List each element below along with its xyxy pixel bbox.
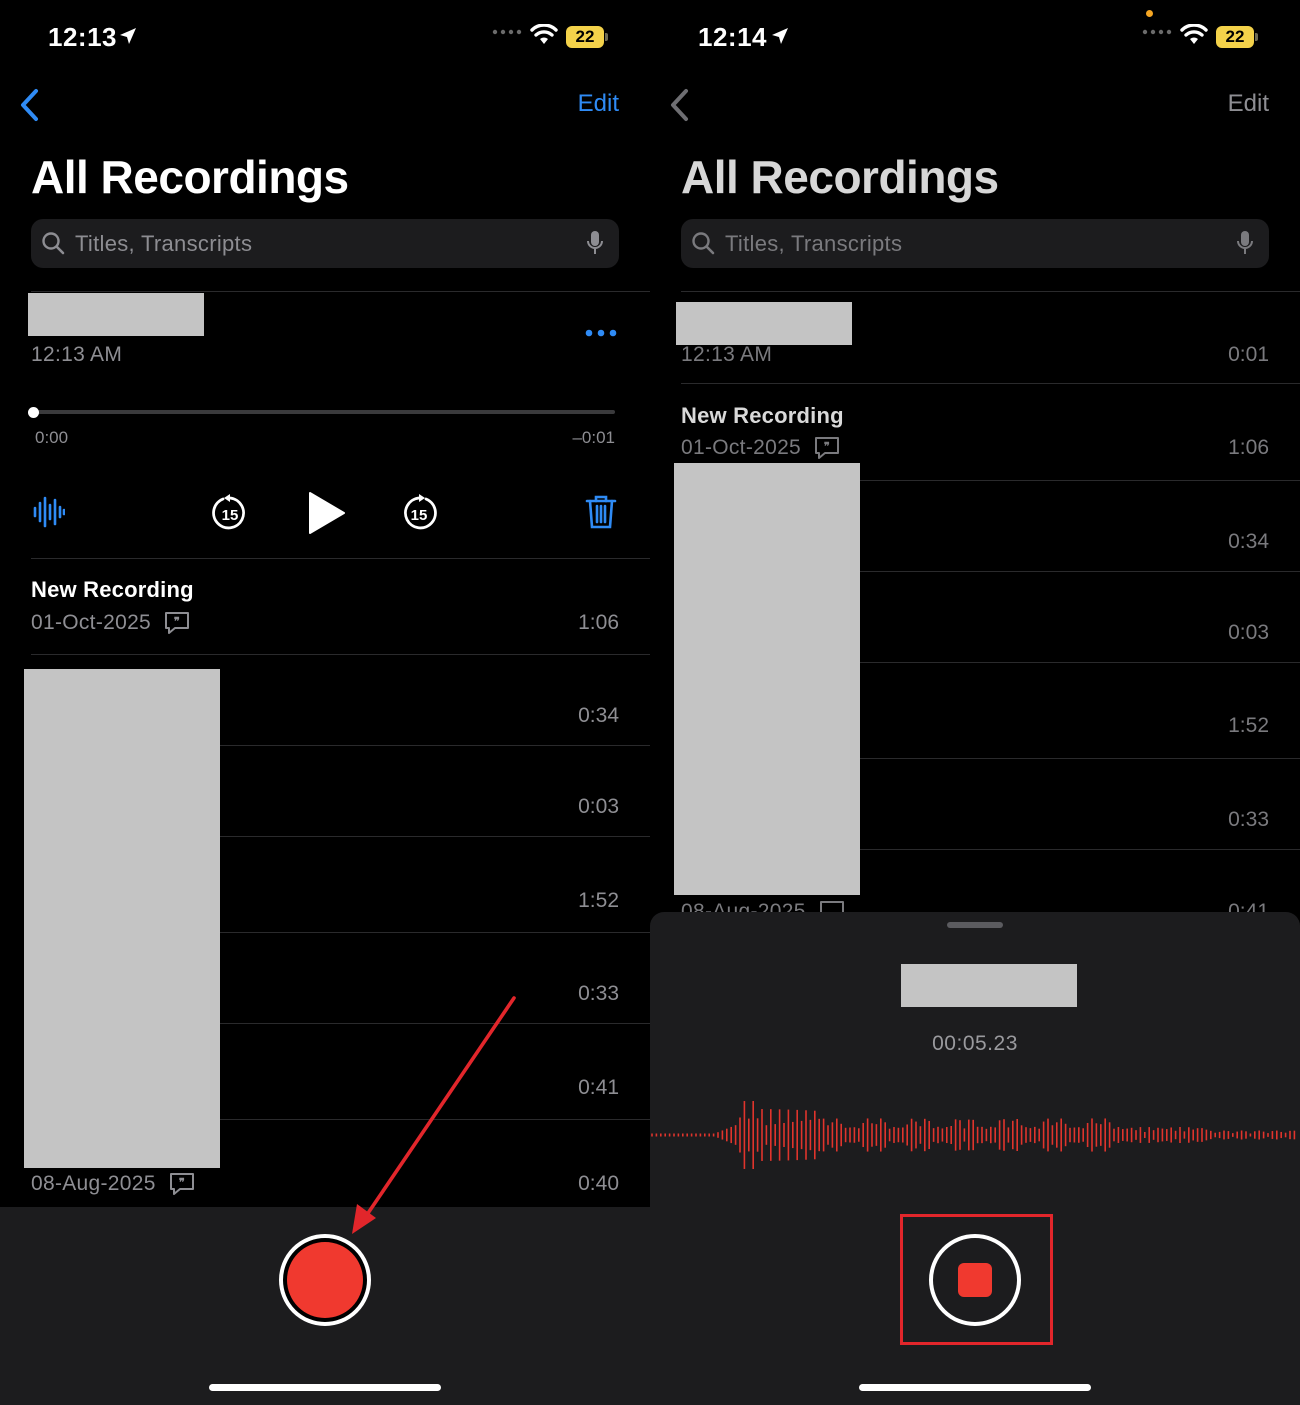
right-screen: 12:14 22 Edit All Recordings Titles, Tra… bbox=[650, 0, 1300, 1405]
sheet-grabber[interactable] bbox=[947, 922, 1003, 928]
home-indicator bbox=[209, 1384, 441, 1391]
recording-duration: 1:52 bbox=[1228, 714, 1269, 737]
stop-icon bbox=[958, 1263, 992, 1297]
remaining-time: –0:01 bbox=[572, 428, 615, 447]
recording-duration: 0:33 bbox=[1228, 808, 1269, 831]
recording-duration: 0:34 bbox=[1228, 530, 1269, 553]
recording-duration: 1:06 bbox=[578, 611, 619, 634]
recording-duration: 0:33 bbox=[578, 982, 619, 1005]
trash-icon[interactable] bbox=[585, 494, 617, 530]
location-arrow-icon bbox=[120, 28, 136, 44]
search-field[interactable]: Titles, Transcripts bbox=[31, 219, 619, 268]
annotation-arrow bbox=[352, 996, 516, 1234]
wifi-icon bbox=[1180, 24, 1208, 44]
search-field[interactable]: Titles, Transcripts bbox=[681, 219, 1269, 268]
redacted-titles bbox=[674, 463, 860, 895]
status-time: 12:13 bbox=[48, 22, 117, 52]
home-indicator bbox=[859, 1384, 1091, 1391]
recording-duration: 0:40 bbox=[578, 1172, 619, 1195]
skip-back-label: 15 bbox=[222, 507, 239, 524]
divider bbox=[681, 291, 1300, 292]
battery-icon: 22 bbox=[566, 26, 604, 48]
edit-button[interactable]: Edit bbox=[578, 90, 619, 118]
scrubber-handle[interactable] bbox=[28, 407, 39, 418]
page-title: All Recordings bbox=[681, 151, 999, 203]
skip-forward-label: 15 bbox=[411, 507, 428, 524]
status-bar: 12:14 22 bbox=[650, 0, 1300, 72]
chevron-left-icon[interactable] bbox=[18, 88, 42, 122]
recording-date: 01-Oct-2025 ❞ bbox=[681, 436, 841, 460]
status-bar: 12:13 22 bbox=[0, 0, 650, 72]
waveform-icon[interactable] bbox=[33, 494, 65, 530]
more-icon[interactable] bbox=[585, 328, 617, 338]
live-waveform bbox=[651, 1101, 1296, 1169]
date-text: 01-Oct-2025 bbox=[31, 611, 152, 634]
redacted-title bbox=[28, 293, 204, 336]
status-time: 12:14 bbox=[698, 22, 767, 52]
play-icon[interactable] bbox=[306, 490, 348, 536]
magnifier-icon bbox=[692, 232, 715, 255]
redacted-titles bbox=[24, 669, 220, 1168]
search-placeholder: Titles, Transcripts bbox=[75, 231, 253, 256]
left-screen: 12:13 22 Edit All Recordings Titles, Tra… bbox=[0, 0, 650, 1405]
magnifier-icon bbox=[42, 232, 65, 255]
recording-elapsed: 00:05.23 bbox=[932, 1032, 1018, 1055]
redacted-recording-name bbox=[901, 964, 1077, 1007]
stop-button[interactable] bbox=[929, 1234, 1021, 1326]
transcript-icon: ❞ bbox=[165, 612, 190, 635]
date-text: 01-Oct-2025 bbox=[681, 436, 802, 459]
page-title: All Recordings bbox=[31, 151, 349, 203]
edit-button[interactable]: Edit bbox=[1228, 90, 1269, 118]
recording-duration: 0:41 bbox=[578, 1076, 619, 1099]
search-placeholder: Titles, Transcripts bbox=[725, 231, 903, 256]
recording-date: 08-Aug-2025 ❞ bbox=[31, 1172, 196, 1196]
elapsed-time: 0:00 bbox=[35, 428, 69, 447]
playback-scrubber[interactable] bbox=[34, 410, 615, 414]
divider bbox=[31, 654, 650, 655]
recording-duration: 1:52 bbox=[578, 889, 619, 912]
recording-duration: 1:06 bbox=[1228, 436, 1269, 459]
skip-back-15-icon: 15 bbox=[212, 494, 245, 530]
recording-sheet: 00:05.23 bbox=[650, 912, 1300, 1405]
recording-duration: 0:03 bbox=[578, 795, 619, 818]
microphone-icon[interactable] bbox=[1237, 230, 1253, 256]
skip-back-button[interactable]: 15 bbox=[210, 493, 250, 533]
recording-date: 12:13 AM bbox=[681, 343, 773, 366]
transcript-icon: ❞ bbox=[169, 1173, 194, 1196]
chevron-left-icon[interactable] bbox=[668, 88, 692, 122]
recording-duration: 0:03 bbox=[1228, 621, 1269, 644]
battery-tip bbox=[1255, 33, 1258, 41]
recording-time: 12:13 AM bbox=[31, 343, 123, 366]
recording-date: 01-Oct-2025 ❞ bbox=[31, 611, 191, 635]
divider bbox=[681, 383, 1300, 384]
recording-indicator bbox=[1146, 10, 1153, 17]
recording-duration: 0:34 bbox=[578, 704, 619, 727]
recording-title: New Recording bbox=[31, 577, 194, 602]
skip-forward-15-icon: 15 bbox=[404, 494, 437, 530]
redacted-title bbox=[676, 302, 852, 345]
battery-tip bbox=[605, 33, 608, 41]
record-button[interactable] bbox=[279, 1234, 371, 1326]
wifi-icon bbox=[530, 24, 558, 44]
record-icon bbox=[287, 1242, 363, 1318]
date-text: 08-Aug-2025 bbox=[31, 1172, 156, 1195]
skip-forward-button[interactable]: 15 bbox=[399, 493, 439, 533]
divider bbox=[31, 558, 650, 559]
svg-text:❞: ❞ bbox=[174, 616, 180, 628]
recording-title: New Recording bbox=[681, 403, 844, 428]
svg-text:❞: ❞ bbox=[824, 441, 830, 453]
cellular-icon bbox=[492, 29, 522, 35]
divider bbox=[31, 291, 650, 292]
location-arrow-icon bbox=[772, 28, 788, 44]
recording-duration: 0:01 bbox=[1228, 343, 1269, 366]
microphone-icon[interactable] bbox=[587, 230, 603, 256]
battery-icon: 22 bbox=[1216, 26, 1254, 48]
svg-text:❞: ❞ bbox=[179, 1177, 185, 1189]
cellular-icon bbox=[1142, 29, 1172, 35]
transcript-icon: ❞ bbox=[815, 437, 840, 460]
